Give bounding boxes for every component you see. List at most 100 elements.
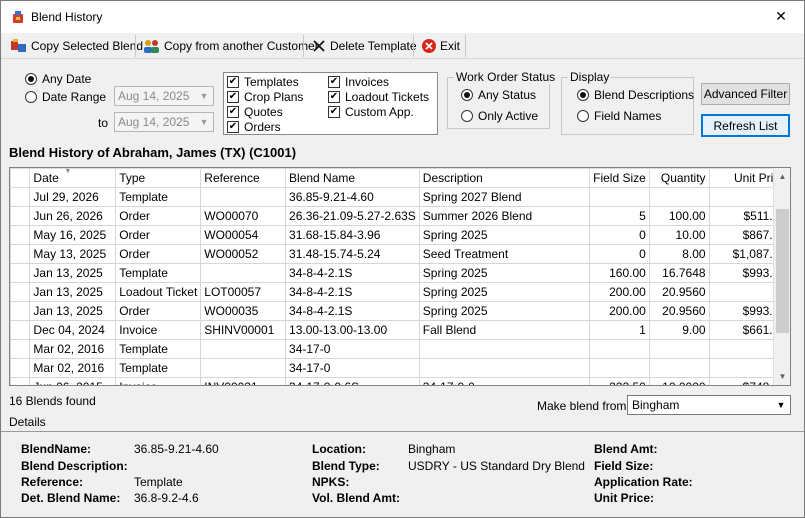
check-icon: ✔: [328, 76, 340, 88]
det-blend-name-label: Det. Blend Name:: [21, 491, 121, 505]
row-header[interactable]: [10, 206, 31, 226]
to-date-picker[interactable]: Aug 14, 2025 ▼: [114, 112, 214, 132]
table-cell: Mar 02, 2016: [29, 339, 117, 359]
table-row[interactable]: May 16, 2025 Order WO00054 31.68-15.84-3.96…: [10, 225, 790, 245]
quotes-checkbox[interactable]: ✔ Quotes: [227, 105, 283, 119]
table-cell: Jan 13, 2025: [29, 282, 117, 302]
table-cell: [200, 339, 287, 359]
table-row[interactable]: Mar 02, 2016 Template 34-17-0: [10, 339, 790, 359]
any-date-radio[interactable]: Any Date: [25, 72, 91, 86]
invoices-label: Invoices: [345, 75, 390, 89]
table-cell: Loadout Ticket: [115, 282, 202, 302]
quotes-label: Quotes: [244, 105, 283, 119]
make-blend-from-select[interactable]: Bingham ▼: [627, 395, 791, 415]
scrollbar-thumb[interactable]: [776, 209, 789, 333]
blend-history-table: ▼ Date Type Reference Blend Name Descript…: [10, 168, 790, 385]
row-header[interactable]: [10, 377, 31, 385]
check-icon: ✔: [227, 76, 239, 88]
field-size-label: Field Size:: [594, 459, 654, 473]
column-header-date[interactable]: ▼ Date: [29, 168, 117, 188]
table-cell: 9.00: [648, 320, 710, 340]
from-date-picker[interactable]: Aug 14, 2025 ▼: [114, 86, 214, 106]
refresh-list-button[interactable]: Refresh List: [701, 114, 790, 137]
table-cell: Spring 2025: [418, 301, 591, 321]
work-order-status-group: Work Order Status Any Status Only Active: [447, 70, 558, 129]
table-cell: Order: [115, 244, 202, 264]
row-header[interactable]: [10, 301, 31, 321]
blend-descriptions-radio[interactable]: Blend Descriptions: [577, 88, 694, 102]
grid-vertical-scrollbar[interactable]: ▲ ▼: [773, 168, 790, 385]
row-header[interactable]: [10, 225, 31, 245]
column-header-description[interactable]: Description: [418, 168, 591, 188]
unit-price-label: Unit Price:: [594, 491, 655, 505]
loadout-tickets-checkbox[interactable]: ✔ Loadout Tickets: [328, 90, 429, 104]
table-row[interactable]: May 13, 2025 Order WO00052 31.48-15.74-5.24…: [10, 244, 790, 264]
table-cell: 20.9560: [648, 301, 710, 321]
row-header[interactable]: [10, 282, 31, 302]
exit-icon: [422, 39, 436, 53]
scroll-up-icon[interactable]: ▲: [774, 168, 790, 185]
toolbar-separator: [303, 35, 304, 57]
row-header[interactable]: [10, 320, 31, 340]
delete-template-button[interactable]: Delete Template: [306, 35, 422, 57]
table-row[interactable]: Jun 06, 2015InvoiceINV0002134-17-0-0.6S3…: [10, 377, 790, 385]
table-cell: Spring 2025: [418, 225, 591, 245]
row-header[interactable]: [10, 263, 31, 283]
close-icon[interactable]: ✕: [758, 1, 804, 32]
table-row[interactable]: Mar 02, 2016 Template 34-17-0: [10, 358, 790, 378]
row-header[interactable]: [10, 358, 31, 378]
invoices-checkbox[interactable]: ✔ Invoices: [328, 75, 389, 89]
table-row[interactable]: Jan 13, 2025 Loadout Ticket LOT00057 34-8-4…: [10, 282, 790, 302]
table-cell: Jun 26, 2026: [29, 206, 117, 226]
row-header[interactable]: [10, 187, 31, 207]
any-status-radio[interactable]: Any Status: [461, 88, 536, 102]
table-cell: Order: [115, 206, 202, 226]
copy-selected-label: Copy Selected Blend: [31, 39, 144, 53]
table-cell: INV00021: [200, 377, 287, 385]
table-row[interactable]: Dec 04, 2024 Invoice SHINV00001 13.00-13.00…: [10, 320, 790, 340]
scroll-down-icon[interactable]: ▼: [774, 368, 790, 385]
date-range-radio[interactable]: Date Range: [25, 90, 106, 104]
custom-app-label: Custom App.: [345, 105, 414, 119]
table-row[interactable]: Jan 13, 2025 Template 34-8-4-2.1S Spring 20…: [10, 263, 790, 283]
table-row[interactable]: Jun 26, 2026 Order WO00070 26.36-21.09-5.27…: [10, 206, 790, 226]
details-label: Details: [9, 415, 46, 429]
column-header-field-size[interactable]: Field Size: [589, 168, 650, 188]
column-header-type[interactable]: Type: [115, 168, 202, 188]
table-cell: Template: [115, 187, 202, 207]
row-header[interactable]: [10, 244, 31, 264]
table-row[interactable]: Jan 13, 2025 Order WO00035 34-8-4-2.1S Sprin…: [10, 301, 790, 321]
location-value: Bingham: [408, 442, 456, 456]
templates-checkbox[interactable]: ✔ Templates: [227, 75, 299, 89]
only-active-radio[interactable]: Only Active: [461, 109, 538, 123]
table-cell: Jan 13, 2025: [29, 263, 117, 283]
grid-body: Jul 29, 2026 Template 36.85-9.21-4.60 Sprin…: [10, 187, 790, 385]
custom-app-checkbox[interactable]: ✔ Custom App.: [328, 105, 414, 119]
advanced-filter-button[interactable]: Advanced Filter: [701, 83, 790, 105]
table-cell: 1: [589, 320, 650, 340]
table-cell: Invoice: [115, 320, 202, 340]
crop-plans-checkbox[interactable]: ✔ Crop Plans: [227, 90, 303, 104]
column-header-reference[interactable]: Reference: [200, 168, 287, 188]
blend-history-grid[interactable]: ▼ Date Type Reference Blend Name Descript…: [9, 167, 791, 386]
field-names-radio[interactable]: Field Names: [577, 109, 661, 123]
column-header-quantity[interactable]: Quantity: [648, 168, 710, 188]
blend-descriptions-label: Blend Descriptions: [594, 88, 695, 102]
copy-from-customer-button[interactable]: Copy from another Customer: [138, 35, 324, 57]
row-header[interactable]: [10, 339, 31, 359]
table-cell: [589, 358, 650, 378]
templates-label: Templates: [244, 75, 299, 89]
only-active-label: Only Active: [478, 109, 539, 123]
column-header-blend-name[interactable]: Blend Name: [285, 168, 420, 188]
table-cell: WO00052: [200, 244, 287, 264]
chevron-down-icon: ▼: [776, 400, 786, 410]
exit-button[interactable]: Exit: [416, 35, 465, 57]
table-cell: 160.00: [589, 263, 650, 283]
toolbar-separator: [135, 35, 136, 57]
app-icon: [13, 11, 23, 23]
copy-selected-blend-button[interactable]: Copy Selected Blend: [5, 35, 148, 57]
header-row: ▼ Date Type Reference Blend Name Descript…: [10, 168, 790, 188]
orders-checkbox[interactable]: ✔ Orders: [227, 120, 281, 134]
reference-label: Reference:: [21, 475, 84, 489]
table-row[interactable]: Jul 29, 2026 Template 36.85-9.21-4.60 Sprin…: [10, 187, 790, 207]
